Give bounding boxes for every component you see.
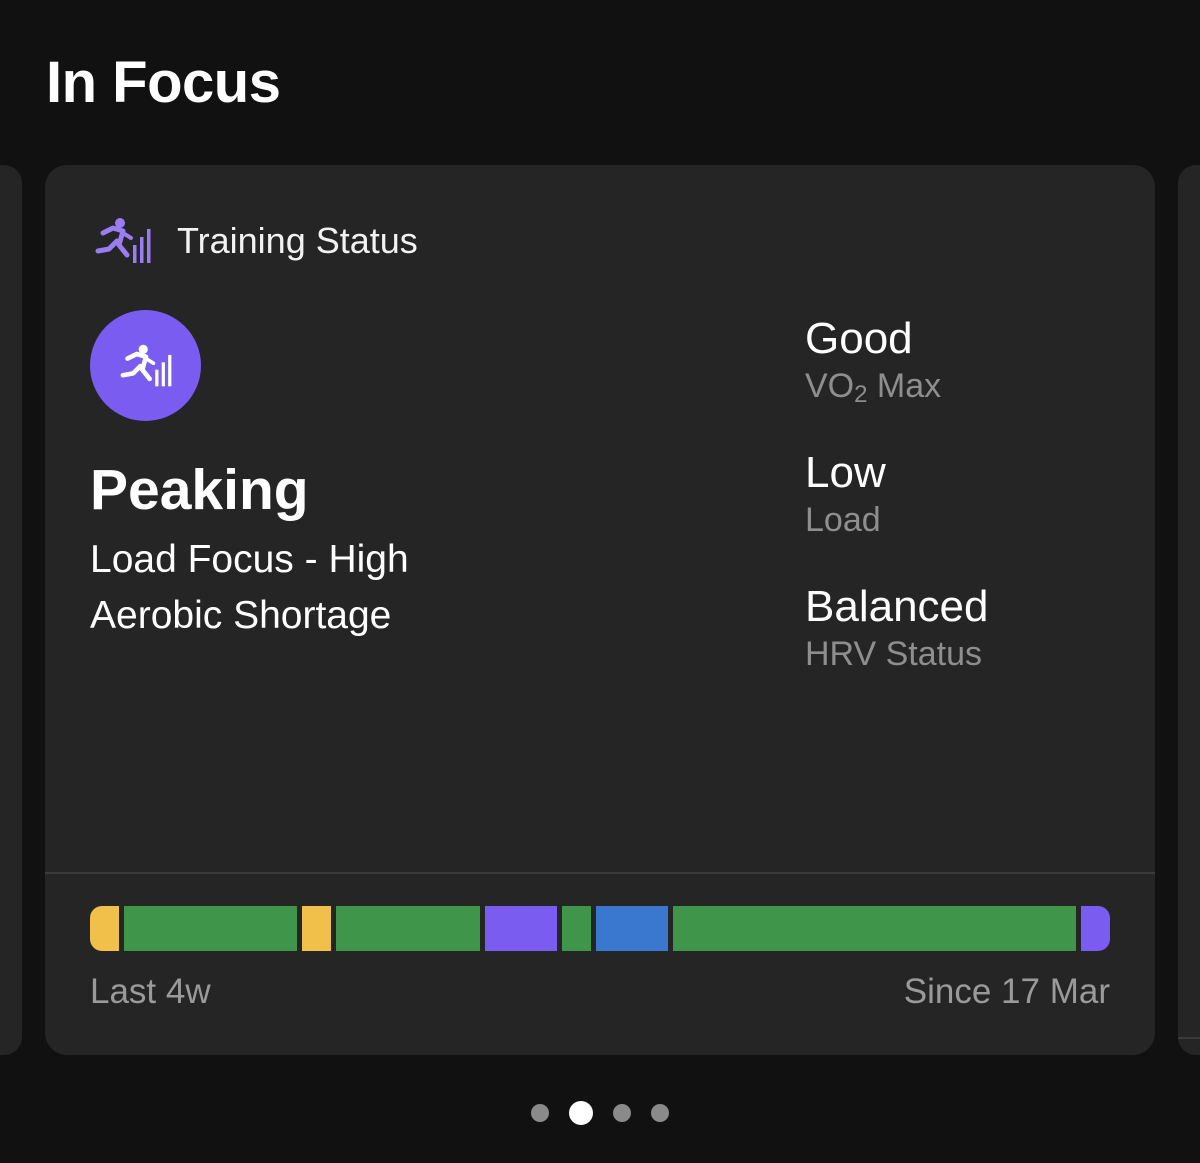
metric-label-prefix: VO [805, 367, 855, 405]
next-card-peek[interactable] [1178, 165, 1200, 1055]
history-segment-purple [484, 906, 557, 951]
history-segment-yellow [301, 906, 331, 951]
status-badge [90, 310, 201, 421]
history-segment-green [561, 906, 591, 951]
metric-label: VO2 Max [805, 365, 1125, 411]
metric-label: Load [805, 501, 881, 539]
section-title: In Focus [46, 50, 281, 115]
pager-dot[interactable] [569, 1101, 593, 1125]
pager-dot[interactable] [651, 1104, 669, 1122]
training-status-card[interactable]: Training Status Peaking Load Focus - Hig… [45, 165, 1155, 1055]
status-detail-aerobic: Aerobic Shortage [90, 594, 392, 637]
peek-divider [1178, 1037, 1200, 1039]
history-segment-blue [595, 906, 668, 951]
metric-label-suffix: Max [867, 367, 942, 405]
metric-value: Low [805, 448, 886, 497]
previous-card-peek[interactable] [0, 165, 22, 1055]
in-focus-screen: In Focus Training Status Peaking Load Fo… [0, 0, 1200, 1163]
metric-value: Good [805, 314, 913, 363]
card-divider [45, 872, 1155, 874]
metric-vo2max: Good VO2 Max [805, 313, 1125, 447]
card-header: Training Status [93, 215, 418, 267]
metrics-column: Good VO2 Max Low Load Balanced HRV Statu… [805, 313, 1125, 715]
history-segment-yellow [90, 906, 119, 951]
metric-hrv-status: Balanced HRV Status [805, 581, 1125, 715]
pager-dot[interactable] [613, 1104, 631, 1122]
history-start-label: Last 4w [90, 972, 211, 1011]
history-segment-green [335, 906, 480, 951]
history-segment-green [123, 906, 297, 951]
metric-load: Low Load [805, 447, 1125, 581]
training-status-icon [95, 218, 151, 263]
history-end-label: Since 17 Mar [903, 972, 1110, 1011]
metric-label-subscript: 2 [854, 381, 868, 408]
history-segment-purple [1081, 906, 1110, 951]
training-status-icon [120, 344, 171, 386]
status-detail-load-focus: Load Focus - High [90, 538, 409, 581]
page-indicator[interactable] [0, 1100, 1200, 1126]
pager-dot[interactable] [531, 1104, 549, 1122]
history-segment-green [672, 906, 1077, 951]
metric-label: HRV Status [805, 635, 983, 673]
status-history-bar [90, 906, 1110, 951]
status-name: Peaking [90, 458, 309, 522]
card-title: Training Status [177, 220, 418, 261]
metric-value: Balanced [805, 582, 989, 631]
